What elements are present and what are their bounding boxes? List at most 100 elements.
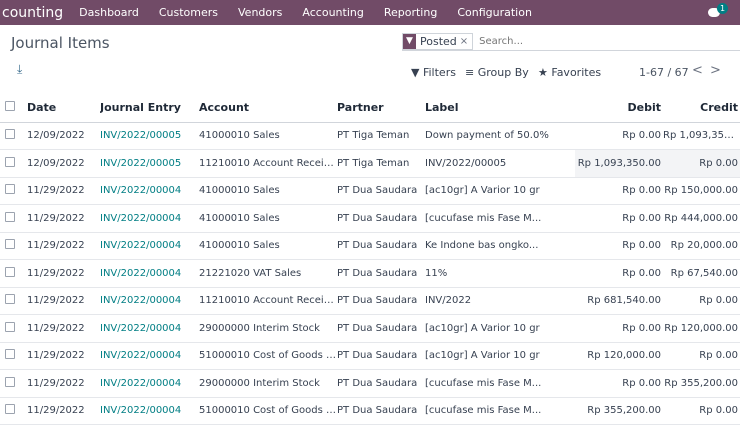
facet-close-icon[interactable]: × bbox=[460, 36, 472, 47]
table-row[interactable]: 11/29/2022 INV/2022/00004 29000000 Interim… bbox=[0, 314, 740, 343]
row-checkbox[interactable] bbox=[5, 211, 15, 222]
cell-journal-entry: INV/2022/00004 bbox=[100, 314, 199, 343]
row-checkbox[interactable] bbox=[5, 129, 15, 140]
cell-partner: PT Dua Saudara bbox=[337, 397, 425, 425]
pager-next-button[interactable]: > bbox=[710, 63, 721, 78]
column-account[interactable]: Account bbox=[199, 94, 337, 123]
row-checkbox-cell[interactable] bbox=[0, 149, 27, 178]
cell-debit: Rp 0.00 bbox=[575, 314, 663, 343]
row-checkbox-cell[interactable] bbox=[0, 397, 27, 425]
app-name[interactable]: counting bbox=[0, 5, 63, 21]
row-checkbox-cell[interactable] bbox=[0, 314, 27, 343]
cell-credit: Rp 0.00 bbox=[663, 342, 740, 370]
layers-icon: ≡ bbox=[465, 66, 475, 79]
table-row[interactable]: 11/29/2022 INV/2022/00004 41000010 Sales PT… bbox=[0, 232, 740, 260]
cell-journal-entry: INV/2022/00004 bbox=[100, 232, 199, 260]
cell-credit: Rp 0.00 bbox=[663, 397, 740, 425]
table-row[interactable]: 12/09/2022 INV/2022/00005 41000010 Sales PT… bbox=[0, 122, 740, 150]
row-checkbox-cell[interactable] bbox=[0, 287, 27, 315]
select-all-checkbox-cell[interactable] bbox=[0, 94, 27, 123]
menu-customers[interactable]: Customers bbox=[159, 6, 218, 19]
pager-previous-button[interactable]: < bbox=[692, 63, 703, 78]
cell-journal-entry: INV/2022/00005 bbox=[100, 122, 199, 150]
table-row[interactable]: 11/29/2022 INV/2022/00004 41000010 Sales PT… bbox=[0, 204, 740, 233]
menu-vendors[interactable]: Vendors bbox=[238, 6, 282, 19]
table-row[interactable]: 11/29/2022 INV/2022/00004 51000010 Cost of… bbox=[0, 397, 740, 425]
menu-reporting[interactable]: Reporting bbox=[384, 6, 437, 19]
menu-accounting[interactable]: Accounting bbox=[302, 6, 363, 19]
favorites-button[interactable]: ★ Favorites bbox=[538, 66, 601, 79]
row-checkbox[interactable] bbox=[5, 349, 15, 360]
row-checkbox-cell[interactable] bbox=[0, 204, 27, 233]
cell-journal-entry: INV/2022/00004 bbox=[100, 204, 199, 233]
cell-credit: Rp 1,093,350.00 bbox=[663, 122, 740, 150]
cell-credit: Rp 0.00 bbox=[663, 149, 740, 178]
cell-account: 51000010 Cost of Goods S... bbox=[199, 397, 337, 425]
cell-partner: PT Tiga Teman bbox=[337, 122, 425, 150]
search-facet: ▼ Posted × bbox=[402, 32, 474, 50]
cell-debit: Rp 120,000.00 bbox=[575, 342, 663, 370]
table-row[interactable]: 11/29/2022 INV/2022/00004 21221020 VAT Sal… bbox=[0, 259, 740, 288]
cell-partner: PT Dua Saudara bbox=[337, 314, 425, 343]
journal-items-table: Date Journal Entry Account Partner Label… bbox=[0, 94, 740, 425]
table-row[interactable]: 11/29/2022 INV/2022/00004 11210010 Account… bbox=[0, 287, 740, 315]
table-row[interactable]: 11/29/2022 INV/2022/00004 41000010 Sales PT… bbox=[0, 177, 740, 205]
cell-credit: Rp 150,000.00 bbox=[663, 177, 740, 205]
row-checkbox-cell[interactable] bbox=[0, 259, 27, 288]
menu-dashboard[interactable]: Dashboard bbox=[79, 6, 139, 19]
cell-account: 21221020 VAT Sales bbox=[199, 259, 337, 288]
column-credit[interactable]: Credit bbox=[663, 94, 740, 123]
column-journal-entry[interactable]: Journal Entry bbox=[100, 94, 199, 123]
cell-account: 29000000 Interim Stock bbox=[199, 369, 337, 398]
cell-label: [cucufase mis Fase M... bbox=[425, 204, 575, 233]
row-checkbox-cell[interactable] bbox=[0, 369, 27, 398]
cell-journal-entry: INV/2022/00004 bbox=[100, 177, 199, 205]
group-by-button[interactable]: ≡ Group By bbox=[465, 66, 529, 79]
cell-debit: Rp 0.00 bbox=[575, 369, 663, 398]
download-icon[interactable]: ⤓ bbox=[17, 62, 22, 77]
cell-debit: Rp 355,200.00 bbox=[575, 397, 663, 425]
cell-label: Down payment of 50.0% bbox=[425, 122, 575, 150]
cell-date: 11/29/2022 bbox=[27, 342, 100, 370]
row-checkbox-cell[interactable] bbox=[0, 177, 27, 205]
table-row[interactable]: 12/09/2022 INV/2022/00005 11210010 Account… bbox=[0, 149, 740, 178]
menu-configuration[interactable]: Configuration bbox=[457, 6, 532, 19]
favorites-label: Favorites bbox=[551, 66, 602, 79]
cell-account: 51000010 Cost of Goods S... bbox=[199, 342, 337, 370]
column-date[interactable]: Date bbox=[27, 94, 100, 123]
pager-value[interactable]: 1-67 / 67 bbox=[639, 66, 689, 79]
filters-button[interactable]: ▼ Filters bbox=[411, 66, 456, 79]
row-checkbox[interactable] bbox=[5, 239, 15, 250]
cell-journal-entry: INV/2022/00004 bbox=[100, 369, 199, 398]
search-input[interactable] bbox=[479, 35, 630, 47]
row-checkbox[interactable] bbox=[5, 321, 15, 332]
filters-label: Filters bbox=[422, 66, 456, 79]
chat-icon[interactable]: 1 bbox=[708, 3, 728, 20]
star-icon: ★ bbox=[538, 66, 548, 79]
page-title: Journal Items bbox=[11, 34, 110, 52]
row-checkbox[interactable] bbox=[5, 404, 15, 415]
cell-debit: Rp 0.00 bbox=[575, 204, 663, 233]
row-checkbox[interactable] bbox=[5, 376, 15, 387]
row-checkbox[interactable] bbox=[5, 266, 15, 277]
cell-credit: Rp 444,000.00 bbox=[663, 204, 740, 233]
cell-date: 11/29/2022 bbox=[27, 204, 100, 233]
select-all-checkbox[interactable] bbox=[5, 101, 15, 112]
table-row[interactable]: 11/29/2022 INV/2022/00004 51000010 Cost of… bbox=[0, 342, 740, 370]
row-checkbox-cell[interactable] bbox=[0, 232, 27, 260]
column-debit[interactable]: Debit bbox=[575, 94, 663, 123]
table-row[interactable]: 11/29/2022 INV/2022/00004 29000000 Interim… bbox=[0, 369, 740, 398]
cell-partner: PT Dua Saudara bbox=[337, 232, 425, 260]
column-label[interactable]: Label bbox=[425, 94, 575, 123]
cell-account: 11210010 Account Receiva... bbox=[199, 287, 337, 315]
row-checkbox[interactable] bbox=[5, 294, 15, 305]
row-checkbox-cell[interactable] bbox=[0, 122, 27, 150]
row-checkbox[interactable] bbox=[5, 184, 15, 195]
cell-label: INV/2022/00005 bbox=[425, 149, 575, 178]
search-bar: ▼ Posted × bbox=[402, 32, 740, 51]
cell-date: 12/09/2022 bbox=[27, 149, 100, 178]
row-checkbox[interactable] bbox=[5, 156, 15, 167]
row-checkbox-cell[interactable] bbox=[0, 342, 27, 370]
column-partner[interactable]: Partner bbox=[337, 94, 425, 123]
filter-funnel-icon: ▼ bbox=[411, 66, 420, 79]
